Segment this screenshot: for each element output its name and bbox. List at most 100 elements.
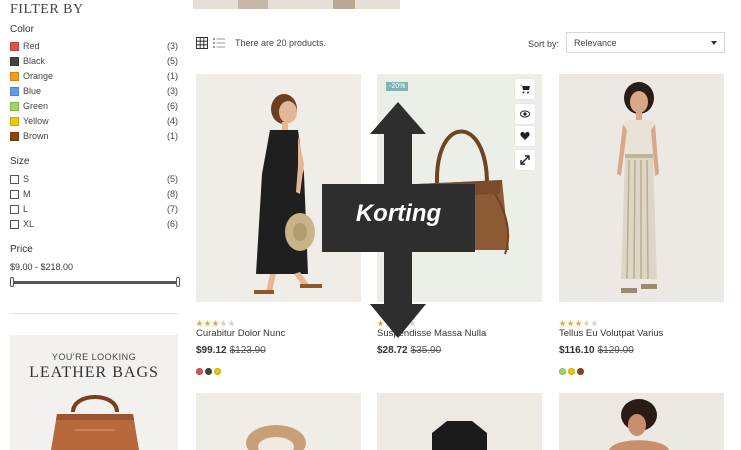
sort-select-value: Relevance xyxy=(574,38,617,48)
grid-view-icon[interactable] xyxy=(196,37,208,49)
color-filter-black[interactable]: Black (5) xyxy=(10,55,178,69)
color-swatch[interactable] xyxy=(10,87,19,96)
color-swatch-green[interactable] xyxy=(559,368,566,375)
size-filter-label: L xyxy=(23,204,29,214)
korting-label: Korting xyxy=(322,184,475,252)
facet-title-size: Size xyxy=(10,156,30,167)
color-filter-label: Black xyxy=(23,56,46,66)
product-image[interactable] xyxy=(196,393,361,450)
size-filter-label: M xyxy=(23,189,31,199)
star-icon xyxy=(228,320,235,327)
filter-title: FILTER BY xyxy=(10,2,84,17)
color-filter-count: (3) xyxy=(167,41,178,51)
quick-view-button[interactable] xyxy=(515,104,535,124)
size-filter-count: (7) xyxy=(167,204,178,214)
korting-text: Korting xyxy=(355,200,442,227)
product-count: There are 20 products. xyxy=(235,38,327,48)
color-swatch-yellow[interactable] xyxy=(568,368,575,375)
star-icon xyxy=(220,320,227,327)
price-slider-min-handle[interactable] xyxy=(10,277,14,287)
sort-label: Sort by: xyxy=(528,39,560,49)
product-colors xyxy=(196,362,223,375)
color-swatch[interactable] xyxy=(10,72,19,81)
old-price: $35.90 xyxy=(410,345,442,356)
color-filter-label: Blue xyxy=(23,86,42,96)
product-price: $99.12 $123.90 xyxy=(196,345,266,356)
color-filter-label: Brown xyxy=(23,131,49,141)
facet-title-color: Color xyxy=(10,24,34,35)
color-swatch-red[interactable] xyxy=(196,368,203,375)
color-filter-red[interactable]: Red (3) xyxy=(10,40,178,54)
price-slider-max-handle[interactable] xyxy=(176,277,180,287)
current-price: $116.10 xyxy=(559,345,595,356)
color-filter-count: (1) xyxy=(167,131,178,141)
product-rating xyxy=(196,314,236,327)
color-filter-orange[interactable]: Orange (1) xyxy=(10,70,178,84)
color-swatch[interactable] xyxy=(10,57,19,66)
color-swatch[interactable] xyxy=(10,132,19,141)
product-price: $116.10 $129.00 xyxy=(559,345,634,356)
color-filter-label: Yellow xyxy=(23,116,49,126)
color-filter-label: Orange xyxy=(23,71,54,81)
add-to-cart-button[interactable] xyxy=(515,79,535,99)
product-name[interactable]: Tellus Eu Volutpat Varius xyxy=(559,328,663,339)
compare-icon xyxy=(520,155,530,165)
list-view-icon[interactable] xyxy=(213,37,225,49)
product-name[interactable]: Curabitur Dolor Nunc xyxy=(196,328,285,339)
size-filter-count: (8) xyxy=(167,189,178,199)
color-filter-yellow[interactable]: Yellow (4) xyxy=(10,115,178,129)
size-filter-label: S xyxy=(23,174,30,184)
compare-button[interactable] xyxy=(515,150,535,170)
size-filter-xl[interactable]: XL (6) xyxy=(10,218,178,232)
color-filter-green[interactable]: Green (6) xyxy=(10,100,178,114)
current-price: $28.72 xyxy=(377,345,408,356)
color-filter-count: (6) xyxy=(167,101,178,111)
color-swatch[interactable] xyxy=(10,42,19,51)
color-swatch-black[interactable] xyxy=(205,368,212,375)
size-filter-s[interactable]: S (5) xyxy=(10,173,178,187)
wishlist-button[interactable] xyxy=(515,126,535,146)
star-icon xyxy=(204,320,211,327)
cart-icon xyxy=(520,85,530,94)
color-filter-count: (4) xyxy=(167,116,178,126)
size-filter-l[interactable]: L (7) xyxy=(10,203,178,217)
chevron-down-icon xyxy=(711,41,717,45)
color-filter-label: Red xyxy=(23,41,40,51)
product-rating xyxy=(559,314,599,327)
color-filter-blue[interactable]: Blue (3) xyxy=(10,85,178,99)
color-filter-brown[interactable]: Brown (1) xyxy=(10,130,178,144)
size-filter-m[interactable]: M (8) xyxy=(10,188,178,202)
star-icon xyxy=(583,320,590,327)
color-swatch-brown[interactable] xyxy=(577,368,584,375)
color-swatch[interactable] xyxy=(10,102,19,111)
size-checkbox[interactable] xyxy=(10,190,19,199)
price-slider-track[interactable] xyxy=(10,281,180,284)
color-swatch[interactable] xyxy=(10,117,19,126)
old-price: $123.90 xyxy=(229,345,266,356)
product-image[interactable] xyxy=(377,393,542,450)
top-banner-image xyxy=(193,0,400,9)
product-price: $28.72 $35.90 xyxy=(377,345,441,356)
star-icon xyxy=(559,320,566,327)
sidebar-divider xyxy=(10,313,178,314)
product-image[interactable] xyxy=(559,74,724,302)
size-checkbox[interactable] xyxy=(10,205,19,214)
heart-icon xyxy=(520,131,530,140)
promo-subtitle: YOU'RE LOOKING xyxy=(51,352,137,362)
promo-banner[interactable]: YOU'RE LOOKING LEATHER BAGS xyxy=(10,335,178,450)
sort-select[interactable]: Relevance xyxy=(566,32,725,53)
color-filter-label: Green xyxy=(23,101,49,111)
product-image[interactable] xyxy=(559,393,724,450)
promo-title: LEATHER BAGS xyxy=(29,364,159,381)
current-price: $99.12 xyxy=(196,345,227,356)
star-icon xyxy=(567,320,574,327)
star-icon xyxy=(196,320,203,327)
size-checkbox[interactable] xyxy=(10,175,19,184)
size-checkbox[interactable] xyxy=(10,220,19,229)
color-filter-count: (1) xyxy=(167,71,178,81)
star-icon xyxy=(575,320,582,327)
size-filter-label: XL xyxy=(23,219,35,229)
color-swatch-yellow[interactable] xyxy=(214,368,221,375)
color-filter-count: (5) xyxy=(167,56,178,66)
filter-sidebar: FILTER BY Color Red (3) Black (5) Orange (1) B… xyxy=(0,0,190,450)
